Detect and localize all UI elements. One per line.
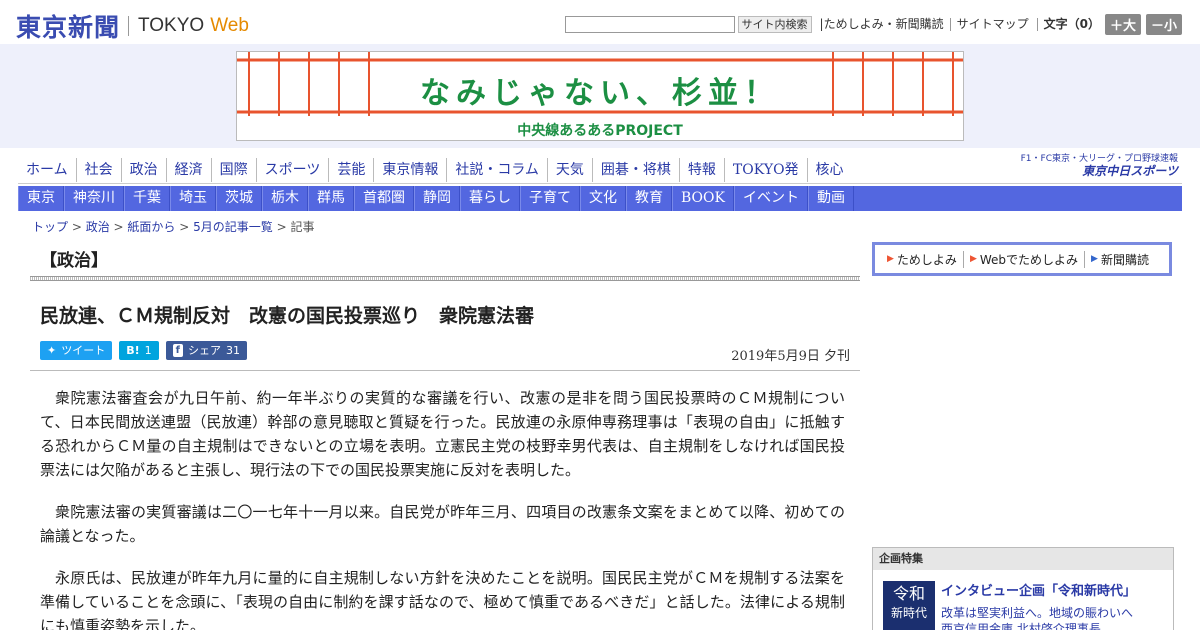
subscribe-label: 新聞購読 bbox=[1100, 252, 1149, 267]
feature-heading: 企画特集 bbox=[873, 548, 1173, 570]
nav-item-society[interactable]: 社会 bbox=[75, 158, 121, 182]
top-header: 東京新聞 TOKYO Web サイト内検索 | ためしよみ・新聞購読 サイトマッ… bbox=[0, 0, 1200, 44]
web-trial-read-label: Webでためしよみ bbox=[979, 252, 1079, 267]
feature-title-link[interactable]: インタビュー企画「令和新時代」 bbox=[941, 580, 1136, 599]
font-larger-button[interactable]: ＋大 bbox=[1104, 14, 1141, 35]
region-saitama[interactable]: 埼玉 bbox=[170, 186, 216, 211]
region-tokyo[interactable]: 東京 bbox=[18, 186, 64, 211]
arrow-icon: ▶ bbox=[887, 254, 894, 264]
nav-video[interactable]: 動画 bbox=[807, 186, 854, 211]
breadcrumb: トップ > 政治 > 紙面から > 5月の記事一覧 > 記事 bbox=[32, 220, 315, 234]
nav-item-core[interactable]: 核心 bbox=[806, 158, 852, 182]
region-chiba[interactable]: 千葉 bbox=[124, 186, 170, 211]
sitemap-link[interactable]: サイトマップ bbox=[949, 18, 1029, 31]
nav-divider bbox=[18, 183, 1182, 184]
logo-japanese: 東京新聞 bbox=[16, 13, 121, 42]
logo-web: Web bbox=[210, 15, 249, 36]
breadcrumb-politics[interactable]: 政治 bbox=[86, 220, 110, 234]
banner-area: なみじゃない、杉並！ 中央線あるあるPROJECT bbox=[0, 44, 1200, 148]
nav-item-tokyo-hatsu[interactable]: TOKYO発 bbox=[723, 158, 807, 182]
trial-subscribe-link[interactable]: ためしよみ・新聞購読 bbox=[824, 18, 944, 31]
feature-box: 企画特集 令和 新時代 インタビュー企画「令和新時代」 改革は堅実利益へ。地域の… bbox=[872, 547, 1174, 630]
search-input[interactable] bbox=[564, 16, 735, 33]
header-tools: サイト内検索 | ためしよみ・新聞購読 サイトマップ 文字（0） ＋大 －小 bbox=[564, 14, 1182, 35]
facebook-share-button[interactable]: f シェア 31 bbox=[165, 341, 247, 360]
article-paragraph: 衆院憲法審の実質審議は二〇一七年十一月以来。自民党が昨年三月、四項目の改憲条文案… bbox=[40, 503, 845, 545]
feature-line-1: 改革は堅実利益へ。地域の賑わいへ bbox=[941, 606, 1134, 620]
font-size-label: 文字（0） bbox=[1036, 18, 1100, 31]
facebook-count: 31 bbox=[225, 344, 240, 357]
breadcrumb-top[interactable]: トップ bbox=[32, 220, 68, 234]
nav-item-tokyo-info[interactable]: 東京情報 bbox=[373, 158, 446, 182]
thumbnail-bottom-text: 新時代 bbox=[890, 606, 927, 620]
nav-item-editorial[interactable]: 社説・コラム bbox=[446, 158, 547, 182]
article-divider bbox=[30, 370, 860, 371]
region-gunma[interactable]: 群馬 bbox=[308, 186, 354, 211]
banner-title: なみじゃない、杉並！ bbox=[420, 76, 780, 111]
region-shizuoka[interactable]: 静岡 bbox=[414, 186, 460, 211]
hatena-icon: B! bbox=[126, 344, 140, 357]
tweet-label: ツイート bbox=[61, 344, 106, 357]
chunichi-logo: 東京中日スポーツ bbox=[1082, 164, 1178, 178]
region-kanagawa[interactable]: 神奈川 bbox=[64, 186, 124, 211]
nav-education[interactable]: 教育 bbox=[626, 186, 672, 211]
feature-thumbnail[interactable]: 令和 新時代 bbox=[883, 581, 935, 630]
article-paragraph: 永原氏は、民放連が昨年九月に量的に自主規制しない方針を決めたことを説明。国民民主… bbox=[40, 569, 845, 630]
nav-item-economy[interactable]: 経済 bbox=[165, 158, 211, 182]
subscribe-link[interactable]: ▶ 新聞購読 bbox=[1084, 250, 1155, 268]
article-date: 2019年5月9日 夕刊 bbox=[731, 349, 850, 364]
hatena-count: 1 bbox=[144, 344, 152, 357]
thumbnail-top-text: 令和 bbox=[892, 584, 925, 603]
trial-read-link[interactable]: ▶ ためしよみ bbox=[881, 251, 963, 268]
nav-item-entertainment[interactable]: 芸能 bbox=[328, 158, 373, 182]
feature-line-2: 西京信用金庫 北村啓介理事長 bbox=[941, 622, 1101, 630]
site-logo[interactable]: 東京新聞 TOKYO Web bbox=[16, 8, 249, 44]
nav-item-go-shogi[interactable]: 囲碁・将棋 bbox=[591, 158, 679, 182]
nav-item-weather[interactable]: 天気 bbox=[546, 158, 592, 182]
tweet-button[interactable]: ✦ ツイート bbox=[40, 341, 113, 360]
nav-item-home[interactable]: ホーム bbox=[18, 158, 76, 182]
banner-subtitle: 中央線あるあるPROJECT bbox=[517, 123, 683, 139]
region-shutoken[interactable]: 首都圏 bbox=[354, 186, 414, 211]
region-tochigi[interactable]: 栃木 bbox=[262, 186, 308, 211]
feature-description[interactable]: 改革は堅実利益へ。地域の賑わいへ 西京信用金庫 北村啓介理事長 bbox=[941, 605, 1133, 630]
arrow-icon: ▶ bbox=[1091, 254, 1098, 264]
breadcrumb-current: 記事 bbox=[290, 220, 315, 234]
nav-event[interactable]: イベント bbox=[733, 186, 808, 211]
breadcrumb-print[interactable]: 紙面から bbox=[127, 220, 175, 234]
section-title: 【政治】 bbox=[40, 251, 108, 271]
region-ibaraki[interactable]: 茨城 bbox=[216, 186, 262, 211]
region-nav: 東京 神奈川 千葉 埼玉 茨城 栃木 群馬 首都圏 静岡 暮らし 子育て 文化 … bbox=[18, 186, 1182, 211]
nav-living[interactable]: 暮らし bbox=[460, 186, 520, 211]
share-buttons: ✦ ツイート B! 1 f シェア 31 bbox=[40, 341, 254, 360]
breadcrumb-may-list[interactable]: 5月の記事一覧 bbox=[193, 220, 273, 234]
main-nav: ホーム 社会 政治 経済 国際 スポーツ 芸能 東京情報 社説・コラム 天気 囲… bbox=[18, 158, 852, 182]
article-paragraph: 衆院憲法審査会が九日午前、約一年半ぶりの実質的な審議を行い、改憲の是非を問う国民… bbox=[40, 389, 845, 479]
subscribe-box: ▶ ためしよみ ▶ Webでためしよみ ▶ 新聞購読 bbox=[872, 242, 1172, 276]
site-search-button[interactable]: サイト内検索 bbox=[737, 16, 812, 33]
facebook-label: シェア bbox=[187, 344, 221, 357]
sep: | bbox=[819, 17, 824, 31]
font-smaller-button[interactable]: －小 bbox=[1145, 14, 1182, 35]
twitter-icon: ✦ bbox=[47, 344, 57, 357]
section-divider bbox=[30, 276, 860, 281]
nav-culture[interactable]: 文化 bbox=[580, 186, 626, 211]
nav-item-sports[interactable]: スポーツ bbox=[255, 158, 329, 182]
web-trial-read-link[interactable]: ▶ Webでためしよみ bbox=[962, 250, 1084, 268]
article-headline: 民放連、ＣＭ規制反対 改憲の国民投票巡り 衆院憲法審 bbox=[40, 305, 535, 327]
nav-item-politics[interactable]: 政治 bbox=[120, 158, 166, 182]
nav-book[interactable]: BOOK bbox=[672, 186, 734, 211]
ad-banner[interactable]: なみじゃない、杉並！ 中央線あるあるPROJECT bbox=[236, 51, 964, 141]
trial-read-label: ためしよみ bbox=[896, 252, 957, 267]
nav-parenting[interactable]: 子育て bbox=[520, 186, 580, 211]
nav-item-international[interactable]: 国際 bbox=[210, 158, 256, 182]
arrow-icon: ▶ bbox=[969, 254, 977, 264]
logo-divider bbox=[128, 16, 130, 36]
article-body: 衆院憲法審査会が九日午前、約一年半ぶりの実質的な審議を行い、改憲の是非を問う国民… bbox=[40, 386, 845, 630]
facebook-icon: f bbox=[172, 344, 183, 357]
logo-english: TOKYO bbox=[138, 15, 205, 36]
chunichi-sports-link[interactable]: F1・FC東京・大リーグ・プロ野球速報 東京中日スポーツ bbox=[1021, 153, 1178, 177]
nav-item-special[interactable]: 特報 bbox=[678, 158, 724, 182]
hatena-bookmark-button[interactable]: B! 1 bbox=[119, 341, 159, 360]
